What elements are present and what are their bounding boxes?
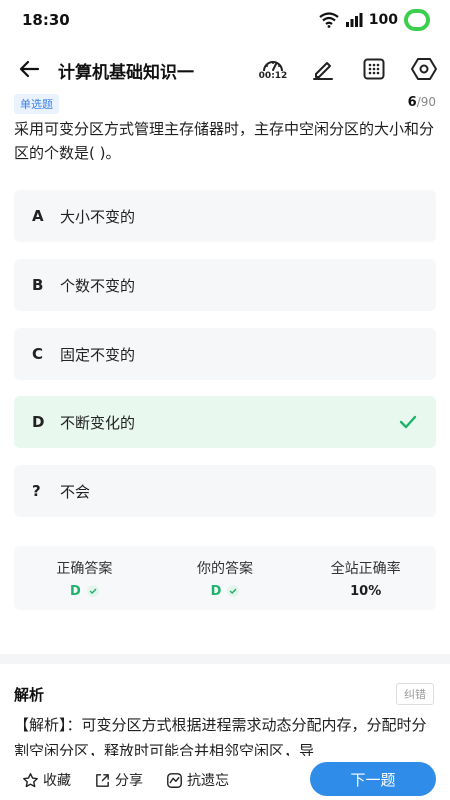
section-divider — [0, 654, 450, 664]
stat-value: D — [70, 584, 99, 599]
nav-bar: 计算机基础知识一 00:12 — [0, 46, 450, 92]
option-text: 大小不变的 — [60, 207, 136, 226]
question-meta: 单选题 6/90 — [14, 94, 436, 114]
wifi-icon — [319, 12, 339, 28]
share-icon — [96, 773, 109, 787]
share-button[interactable]: 分享 — [94, 770, 143, 790]
favorite-button[interactable]: 收藏 — [22, 770, 71, 790]
timer-text: 00:12 — [258, 71, 288, 81]
grid-icon — [363, 58, 385, 80]
answer-stats: 正确答案 D 你的答案 D 全站正确率 10% — [14, 546, 436, 610]
your-answer-value: D — [210, 583, 222, 599]
option-text: 固定不变的 — [60, 345, 136, 364]
arrow-left-icon — [19, 60, 40, 78]
option-a[interactable]: A 大小不变的 — [14, 190, 436, 242]
question-progress: 6/90 — [408, 95, 436, 110]
option-letter: ? — [32, 482, 41, 500]
favorite-label: 收藏 — [43, 773, 71, 789]
stat-correct-rate: 全站正确率 10% — [295, 546, 436, 610]
share-label: 分享 — [115, 773, 143, 789]
correct-answer-value: D — [69, 583, 81, 599]
option-b[interactable]: B 个数不变的 — [14, 259, 436, 311]
back-button[interactable] — [14, 54, 44, 84]
option-letter: D — [32, 413, 45, 431]
question-total: /90 — [416, 95, 436, 109]
anti-forget-button[interactable]: 抗遗忘 — [166, 770, 229, 790]
option-text: 个数不变的 — [60, 276, 136, 295]
page-title: 计算机基础知识一 — [58, 63, 194, 83]
stat-your-answer: 你的答案 D — [155, 546, 296, 610]
stat-correct-answer: 正确答案 D — [14, 546, 155, 610]
star-icon — [23, 772, 38, 787]
timer-button[interactable]: 00:12 — [256, 52, 290, 86]
analysis-title: 解析 — [14, 686, 45, 704]
next-question-button[interactable]: 下一题 — [310, 762, 436, 796]
option-text: 不断变化的 — [60, 413, 136, 432]
stat-label: 你的答案 — [197, 560, 253, 577]
check-icon — [86, 585, 99, 597]
battery-level: 100 — [368, 12, 398, 28]
check-icon — [227, 585, 240, 597]
settings-button[interactable] — [407, 52, 441, 86]
question-type-badge: 单选题 — [14, 94, 59, 114]
pencil-icon — [313, 62, 333, 80]
stat-value: D — [211, 584, 240, 599]
report-error-button[interactable]: 纠错 — [396, 683, 434, 705]
stat-label: 全站正确率 — [330, 560, 401, 577]
option-letter: B — [32, 276, 44, 294]
option-letter: C — [32, 345, 44, 363]
signal-icon — [345, 13, 363, 27]
battery-icon — [404, 9, 430, 31]
answer-sheet-button[interactable] — [357, 52, 391, 86]
memory-icon — [167, 772, 182, 788]
option-unknown[interactable]: ? 不会 — [14, 465, 436, 517]
question-text: 采用可变分区方式管理主存储器时，主存中空闲分区的大小和分区的个数是( )。 — [14, 120, 435, 162]
hexagon-settings-icon — [411, 58, 437, 80]
status-bar: 18:30 100 — [0, 0, 450, 40]
option-letter: A — [32, 207, 44, 225]
option-text: 不会 — [60, 482, 91, 501]
option-d[interactable]: D 不断变化的 — [14, 396, 436, 448]
correct-rate-value: 10% — [350, 583, 382, 599]
anti-forget-label: 抗遗忘 — [187, 773, 229, 789]
check-icon — [399, 415, 417, 429]
status-time: 18:30 — [22, 11, 70, 29]
stat-label: 正确答案 — [56, 560, 113, 577]
question-current: 6 — [407, 95, 417, 110]
edit-button[interactable] — [306, 52, 340, 86]
option-c[interactable]: C 固定不变的 — [14, 328, 436, 380]
status-icons: 100 — [319, 9, 430, 31]
